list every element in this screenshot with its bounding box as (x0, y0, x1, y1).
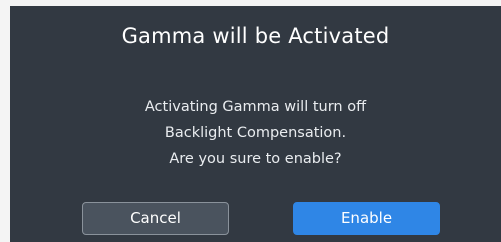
cancel-button[interactable]: Cancel (82, 202, 229, 235)
screen-background: Gamma will be Activated Activating Gamma… (10, 6, 501, 242)
dialog-message: Activating Gamma will turn off Backlight… (10, 94, 501, 172)
message-line: Are you sure to enable? (169, 151, 342, 167)
message-line: Activating Gamma will turn off (144, 99, 367, 115)
confirmation-dialog: Gamma will be Activated Activating Gamma… (10, 6, 501, 242)
dialog-title: Gamma will be Activated (121, 24, 390, 48)
enable-button[interactable]: Enable (293, 202, 440, 235)
message-line: Backlight Compensation. (164, 125, 347, 141)
